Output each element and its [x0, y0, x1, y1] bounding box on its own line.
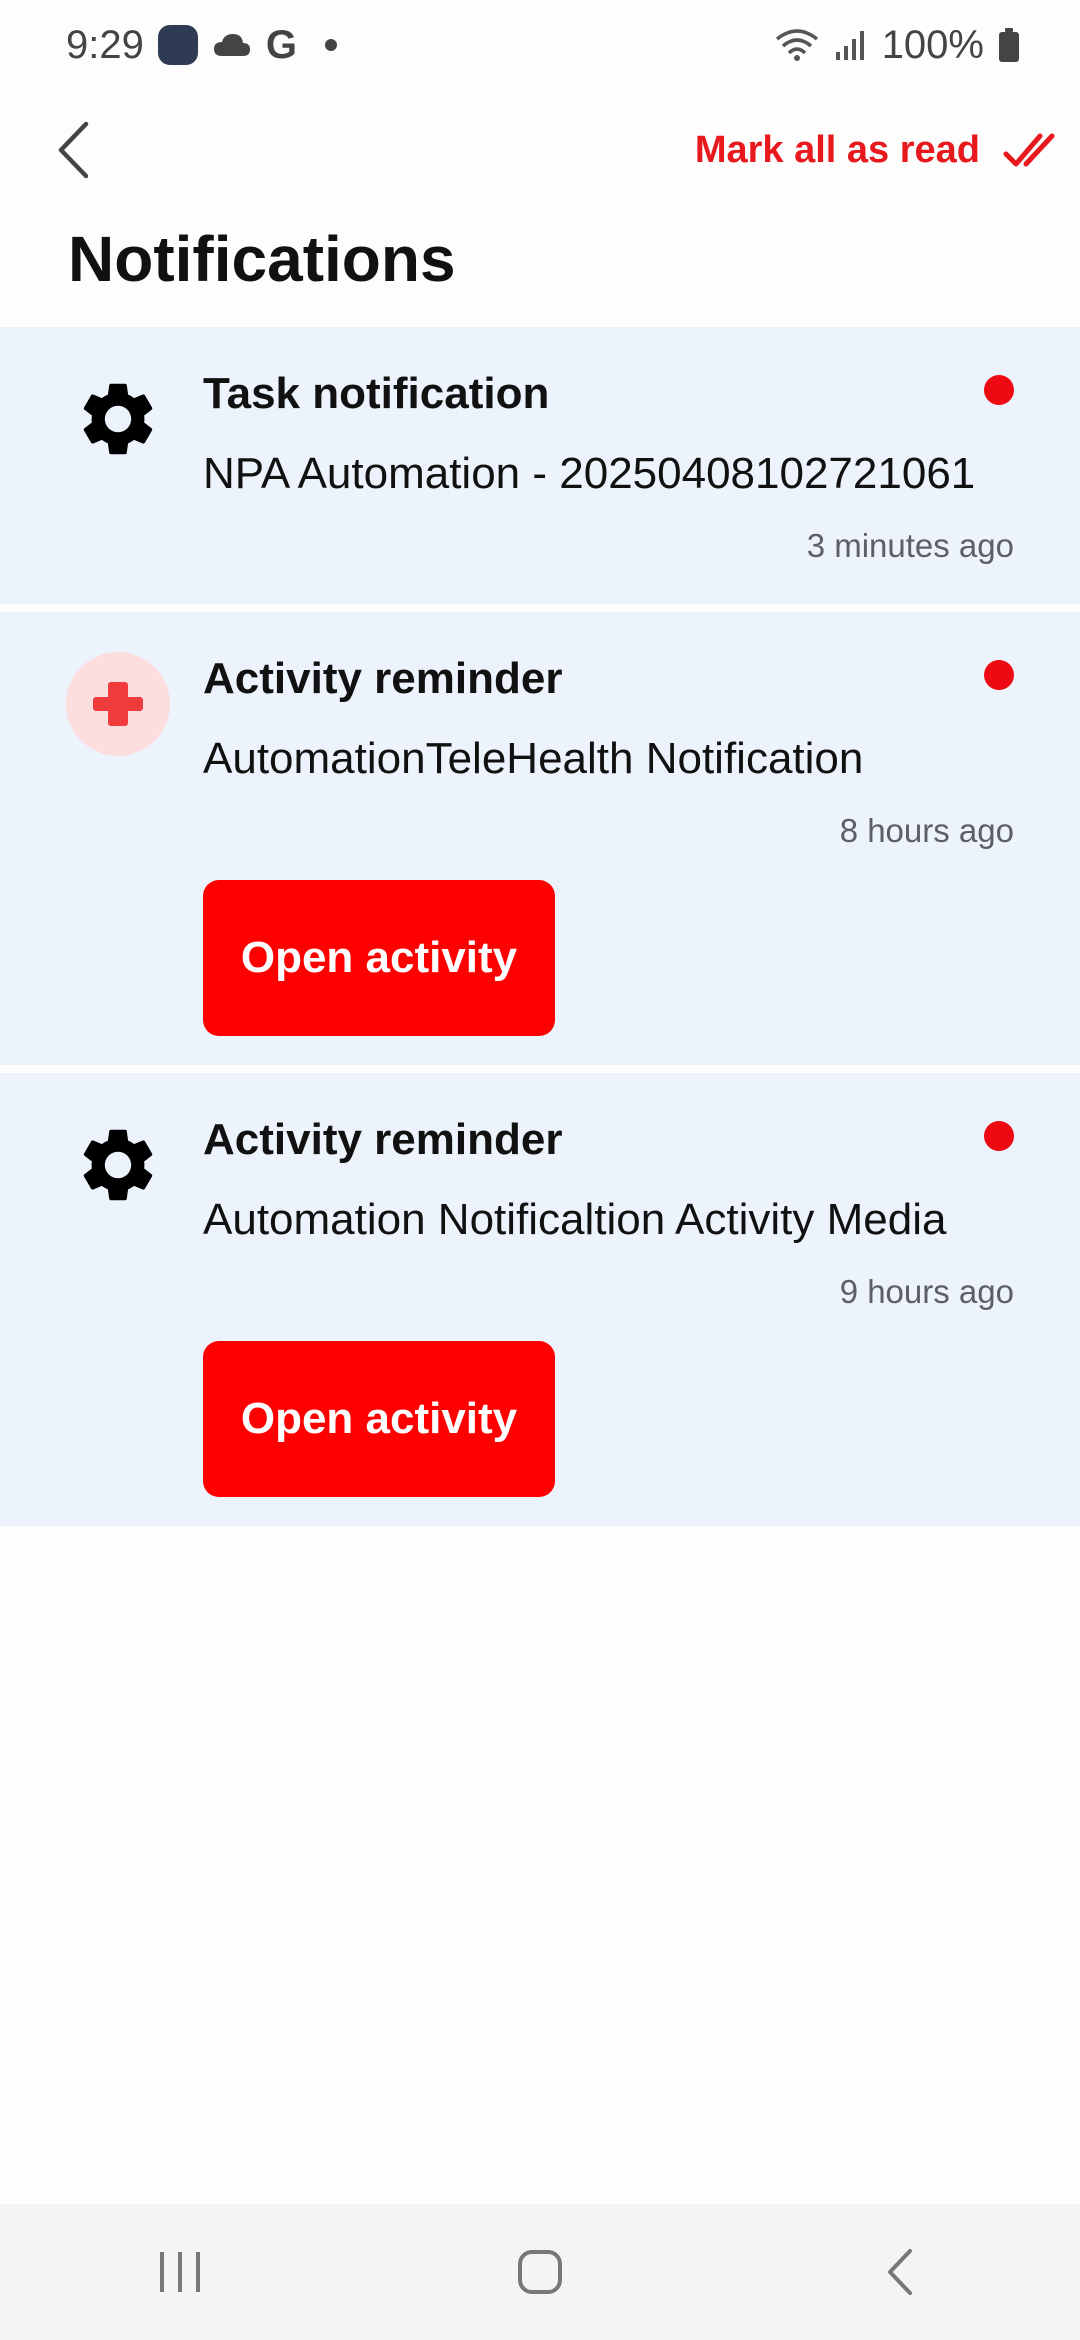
signal-icon	[835, 31, 864, 60]
notification-title: Activity reminder	[203, 654, 563, 703]
home-button[interactable]	[480, 2222, 600, 2322]
notification-item[interactable]: Task notification NPA Automation - 20250…	[0, 327, 1080, 604]
screen: 9:29 G 100% Mark all as read Notificatio…	[0, 0, 1080, 2340]
back-button[interactable]	[48, 115, 98, 185]
double-check-icon	[1003, 133, 1055, 167]
notification-body: NPA Automation - 20250408102721061	[203, 449, 976, 498]
notification-time: 3 minutes ago	[806, 527, 1014, 564]
status-left: 9:29 G	[66, 23, 337, 68]
mark-all-read-label: Mark all as read	[694, 128, 980, 171]
notification-time: 9 hours ago	[839, 1273, 1014, 1310]
app-icon	[157, 25, 198, 65]
battery-percentage: 100%	[881, 22, 984, 67]
recent-apps-button[interactable]	[120, 2222, 240, 2322]
wifi-icon	[775, 29, 818, 61]
recent-apps-icon	[160, 2252, 200, 2292]
cloud-icon	[213, 34, 250, 56]
page-title: Notifications	[68, 223, 456, 295]
notification-body: AutomationTeleHealth Notification	[203, 734, 864, 783]
chevron-left-icon	[58, 121, 89, 179]
notification-title: Activity reminder	[203, 1115, 563, 1164]
unread-dot	[984, 375, 1014, 405]
notification-list: Task notification NPA Automation - 20250…	[0, 327, 1080, 1526]
system-nav-bar	[0, 2204, 1080, 2340]
status-bar: 9:29 G 100%	[0, 0, 1080, 90]
status-time: 9:29	[66, 22, 144, 67]
back-icon	[888, 2249, 912, 2295]
mark-all-read-button[interactable]: Mark all as read	[695, 129, 1058, 172]
status-right: 100%	[774, 23, 1020, 68]
home-icon	[518, 2250, 562, 2294]
notification-item[interactable]: Activity reminder AutomationTeleHealth N…	[0, 612, 1080, 1065]
google-icon: G	[265, 22, 297, 67]
medical-cross-icon	[66, 652, 170, 756]
battery-icon	[999, 28, 1019, 62]
dot-icon	[324, 39, 337, 51]
gear-icon	[66, 367, 170, 471]
system-back-button[interactable]	[840, 2222, 960, 2322]
unread-dot	[984, 1121, 1014, 1151]
notification-body: Automation Notificaltion Activity Media	[203, 1195, 947, 1244]
gear-icon	[66, 1113, 170, 1217]
notification-item[interactable]: Activity reminder Automation Notificalti…	[0, 1073, 1080, 1526]
notification-time: 8 hours ago	[839, 812, 1014, 849]
open-activity-button[interactable]: Open activity	[203, 1341, 555, 1497]
open-activity-button[interactable]: Open activity	[203, 880, 555, 1036]
unread-dot	[984, 660, 1014, 690]
header: Mark all as read	[0, 100, 1080, 200]
notification-title: Task notification	[203, 369, 550, 418]
